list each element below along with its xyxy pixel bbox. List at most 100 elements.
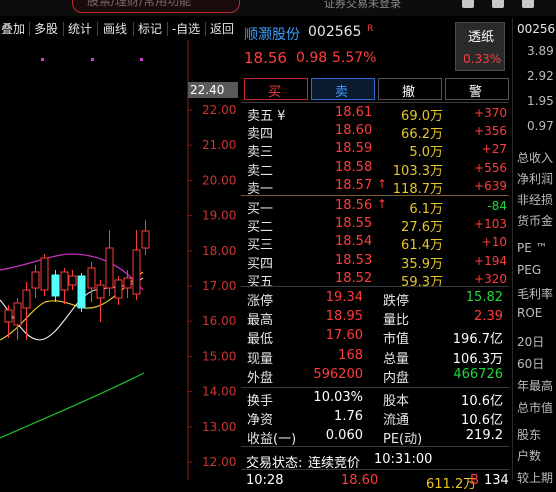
order-volume: 103.3万: [392, 163, 443, 179]
side-price: 2.92: [527, 69, 554, 83]
search-placeholder: 股票/理财/常用功能: [87, 0, 192, 8]
order-change: +320: [474, 271, 507, 286]
side-price: 1.95: [527, 94, 554, 108]
side-finance-label: PEG: [517, 263, 542, 277]
order-price: 18.53: [335, 252, 373, 268]
order-volume: 6.1万: [409, 202, 443, 217]
finance-label: 换手: [247, 394, 274, 409]
stat-label: 现量: [247, 351, 274, 367]
buy-button[interactable]: 买: [244, 78, 308, 100]
order-change: +194: [474, 253, 507, 268]
order-price: 18.55: [335, 216, 373, 232]
price-axis-label: 12.00: [202, 455, 236, 469]
side-finance-label: 总收入: [517, 151, 554, 165]
price-axis-label: 15.00: [202, 349, 236, 363]
finance-block: 换手 10.03% 股本 10.6亿 净资 1.76 流通 10.6亿 收益(一) 0.060 PE…: [241, 388, 509, 448]
menu-icon[interactable]: [522, 0, 534, 8]
order-book: 卖五 ¥ 18.61 69.0万 +370 卖四 18.60 66.2万 +356 卖三 18.5…: [241, 104, 509, 290]
side-finance-label: 户数: [517, 449, 542, 463]
candle: [123, 277, 132, 289]
order-volume: 27.6万: [401, 220, 443, 236]
order-price: 18.58: [335, 159, 373, 175]
mark-button[interactable]: 标记: [134, 18, 166, 40]
price-axis-label: 14.00: [202, 385, 236, 399]
order-volume: 35.9万: [401, 256, 443, 272]
price-axis-label: 19.00: [202, 209, 236, 223]
finance-value: 219.2: [465, 428, 503, 443]
side-finance-label: 货币金: [517, 214, 554, 228]
price-axis-label: 17.00: [202, 279, 236, 293]
candle: [96, 284, 105, 299]
tick-time: 10:28: [246, 473, 284, 488]
finance-label: 流通: [383, 413, 410, 428]
remove-watchlist-button[interactable]: -自选: [168, 18, 204, 40]
finance-label: 收益(一): [247, 432, 297, 447]
search-input[interactable]: 股票/理财/常用功能: [72, 0, 240, 13]
stock-tag: R: [367, 24, 374, 34]
finance-label: 股本: [383, 394, 410, 409]
side-price: 3.89: [527, 44, 554, 58]
marker-dot: [140, 58, 143, 61]
finance-value: 10.6亿: [461, 413, 503, 428]
mail-icon[interactable]: [492, 0, 504, 8]
price-change: 0.98: [296, 50, 328, 66]
order-volume: 61.4万: [401, 238, 443, 254]
stat-label: 最低: [247, 332, 274, 348]
trade-login-status[interactable]: 证券交易未登录: [324, 0, 401, 11]
current-price-tag-text: 22.40: [190, 83, 224, 97]
sell-button[interactable]: 卖: [311, 78, 375, 100]
stat-value: 466726: [453, 366, 503, 382]
stat-value: 18.95: [325, 309, 363, 325]
margin-button[interactable]: 透纸 0.33%: [455, 22, 505, 71]
order-change: +27: [481, 142, 507, 157]
up-arrow-icon: ↑: [377, 176, 388, 191]
back-button[interactable]: 返回: [206, 18, 238, 40]
stat-value: 17.60: [325, 328, 363, 344]
overlay-button[interactable]: 叠加: [0, 18, 28, 40]
candle: [40, 257, 49, 291]
ma-line-long: [0, 372, 145, 439]
up-arrow-icon: ↑: [377, 197, 388, 211]
order-label: 卖五 ¥: [247, 109, 286, 124]
stat-label: 量比: [383, 313, 410, 329]
order-price: 18.56: [335, 198, 373, 213]
side-finance-label: ROE: [517, 306, 543, 320]
price-axis-label: 16.00: [202, 314, 236, 328]
stat-label: 外盘: [247, 370, 274, 386]
side-finance-label: 较上期: [517, 471, 554, 485]
finance-label: PE(动): [383, 432, 423, 447]
price-axis-label: 18.00: [202, 244, 236, 258]
order-label: 卖四: [247, 127, 274, 143]
price-axis-label: 20.00: [202, 173, 236, 187]
stats-block: 涨停 19.34 跌停 15.82 最高 18.95 量比 2.39 最低 17.60 市值 196.…: [241, 288, 509, 388]
order-label: 买四: [247, 256, 274, 272]
finance-value: 10.03%: [313, 390, 363, 405]
last-price: 18.56: [244, 49, 287, 67]
multi-stock-button[interactable]: 多股: [30, 18, 62, 40]
candle: [141, 230, 150, 249]
order-price: 18.60: [335, 123, 373, 139]
candle: [114, 279, 123, 299]
finance-label: 净资: [247, 413, 274, 428]
order-change: -84: [487, 199, 507, 213]
alert-button[interactable]: 警: [445, 78, 509, 100]
kline-chart[interactable]: 22.40 22.00 21.00 20.00 19.00 18.00 17.00 16.0…: [0, 40, 238, 480]
order-price: 18.52: [335, 270, 373, 286]
order-label: 卖三: [247, 145, 274, 161]
statistics-button[interactable]: 统计: [64, 18, 96, 40]
tick-price: 18.60: [341, 473, 379, 488]
order-price: 18.61: [335, 105, 373, 120]
app-icon[interactable]: [462, 0, 474, 8]
side-finance-label: 60日: [517, 357, 545, 371]
tick-volume: 611.2万: [426, 477, 477, 492]
order-volume: 69.0万: [401, 109, 443, 124]
cancel-order-button[interactable]: 撤: [378, 78, 442, 100]
candle: [31, 271, 40, 289]
candle: [51, 274, 60, 297]
quote-panel: 顺灏股份 002565 R 18.56 0.98 5.57% 透纸 0.33% …: [241, 18, 509, 492]
stock-name[interactable]: 顺灏股份: [244, 24, 300, 44]
stock-code: 002565: [308, 24, 362, 40]
draw-line-button[interactable]: 画线: [99, 18, 131, 40]
candle: [68, 275, 77, 286]
stat-value: 596200: [313, 366, 363, 382]
